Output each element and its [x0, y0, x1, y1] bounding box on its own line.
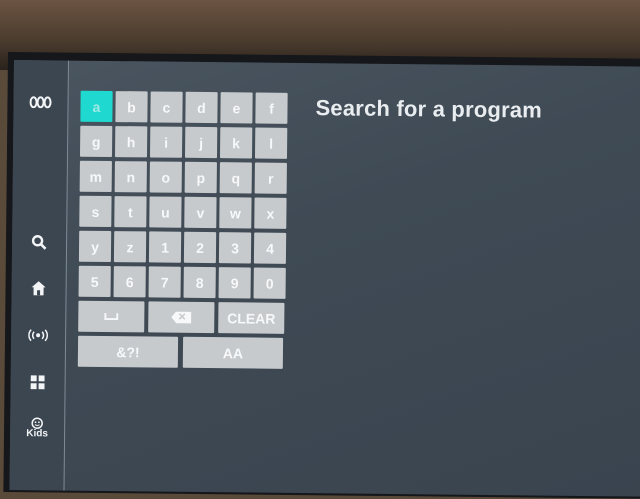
clear-button[interactable]: CLEAR: [218, 302, 285, 334]
key-r[interactable]: r: [254, 162, 287, 194]
key-z[interactable]: z: [113, 231, 147, 263]
key-m[interactable]: m: [79, 160, 112, 193]
key-o[interactable]: o: [149, 161, 182, 193]
abc-logo-icon[interactable]: [26, 90, 54, 114]
key-b[interactable]: b: [115, 91, 148, 123]
key-9[interactable]: 9: [218, 267, 251, 299]
tv-screen: Kids a b c d e f g h i j k l m n o p q r…: [9, 60, 640, 497]
backspace-icon: [171, 311, 191, 323]
key-i[interactable]: i: [149, 126, 183, 158]
case-toggle-button[interactable]: AA: [182, 336, 284, 369]
key-6[interactable]: 6: [113, 266, 146, 298]
search-icon[interactable]: [25, 230, 53, 254]
key-8[interactable]: 8: [183, 266, 216, 299]
backspace-key[interactable]: [148, 301, 215, 334]
key-t[interactable]: t: [114, 196, 147, 228]
key-5[interactable]: 5: [78, 265, 111, 298]
key-2[interactable]: 2: [183, 231, 217, 264]
key-7[interactable]: 7: [148, 266, 181, 298]
key-v[interactable]: v: [184, 196, 217, 229]
key-y[interactable]: y: [78, 230, 112, 263]
kids-label: Kids: [26, 428, 48, 440]
key-s[interactable]: s: [79, 195, 112, 228]
key-p[interactable]: p: [184, 161, 217, 194]
sidebar: Kids: [9, 60, 69, 491]
symbols-button[interactable]: &?!: [77, 335, 179, 368]
kids-icon[interactable]: Kids: [23, 412, 51, 444]
key-q[interactable]: q: [219, 162, 252, 194]
key-c[interactable]: c: [150, 91, 183, 123]
key-h[interactable]: h: [114, 126, 148, 158]
key-w[interactable]: w: [219, 197, 252, 229]
key-e[interactable]: e: [220, 92, 253, 124]
categories-icon[interactable]: [24, 370, 52, 394]
live-icon[interactable]: [24, 323, 52, 347]
key-x[interactable]: x: [254, 197, 287, 229]
home-icon[interactable]: [24, 276, 52, 300]
key-0[interactable]: 0: [253, 267, 286, 299]
key-4[interactable]: 4: [253, 232, 287, 264]
page-title: Search for a program: [315, 95, 543, 123]
space-key[interactable]: [78, 300, 145, 333]
key-a[interactable]: a: [80, 90, 113, 123]
key-3[interactable]: 3: [218, 232, 252, 264]
space-icon: [104, 312, 119, 321]
key-j[interactable]: j: [184, 126, 218, 159]
key-u[interactable]: u: [149, 196, 182, 228]
key-k[interactable]: k: [219, 127, 253, 159]
key-l[interactable]: l: [254, 127, 288, 159]
key-g[interactable]: g: [79, 125, 113, 158]
key-d[interactable]: d: [185, 91, 218, 124]
key-n[interactable]: n: [114, 161, 147, 193]
key-f[interactable]: f: [255, 92, 288, 124]
key-1[interactable]: 1: [148, 231, 182, 263]
